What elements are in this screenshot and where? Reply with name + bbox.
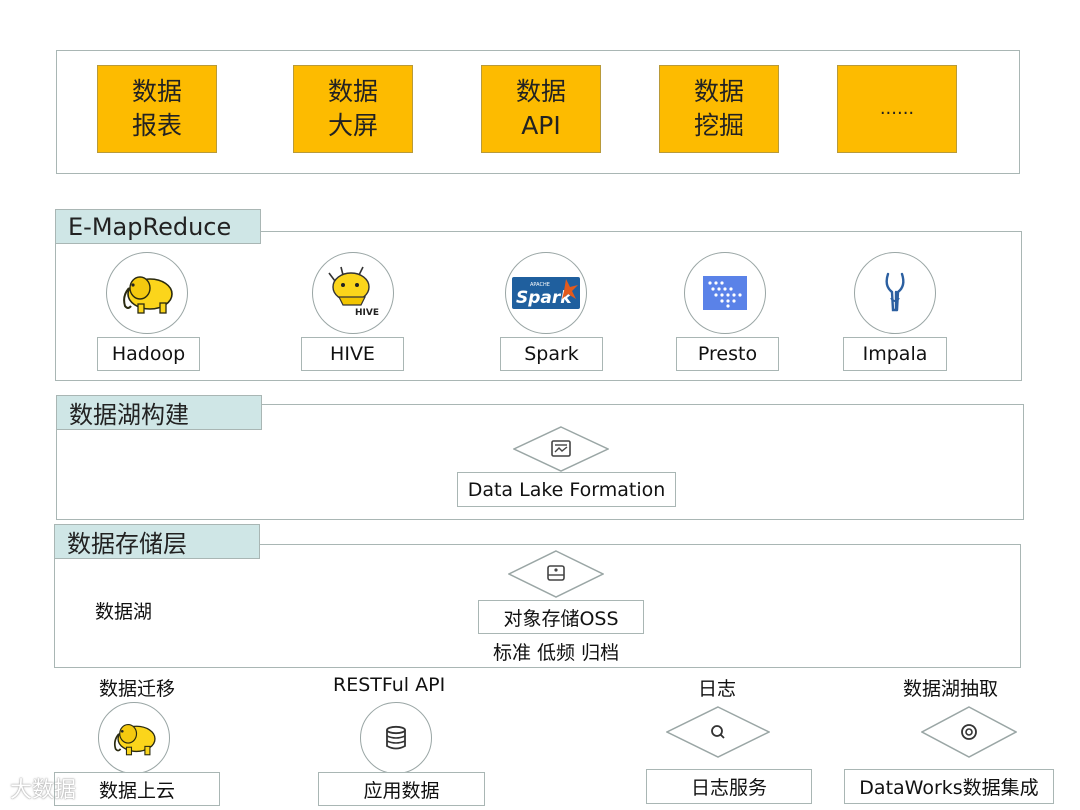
app-box-dashboard[interactable]: 数据 大屏 — [293, 65, 413, 153]
lake-build-diamond — [513, 426, 609, 472]
engine-label-hadoop[interactable]: Hadoop — [97, 337, 200, 371]
storage-tiers: 标准 低频 归档 — [493, 642, 620, 664]
spark-logo: APACHE Spark — [505, 252, 587, 334]
hadoop-elephant-icon — [123, 276, 173, 314]
app-box-mining[interactable]: 数据 挖掘 — [659, 65, 779, 153]
spark-icon: APACHE Spark — [512, 277, 580, 309]
storage-title-tag: 数据存储层 — [54, 524, 260, 559]
source-top-log: 日志 — [698, 678, 737, 700]
data-lake-side-label: 数据湖 — [95, 601, 153, 623]
app-data-logo — [360, 702, 432, 774]
app-box-api[interactable]: 数据 API — [481, 65, 601, 153]
impala-logo — [854, 252, 936, 334]
hadoop-logo — [106, 252, 188, 334]
source-top-extract: 数据湖抽取 — [903, 678, 999, 700]
database-icon — [386, 725, 406, 750]
source-bottom-log[interactable]: 日志服务 — [646, 769, 812, 804]
presto-logo — [684, 252, 766, 334]
presto-icon — [703, 276, 747, 310]
source-bottom-migration[interactable]: 数据上云 — [54, 772, 220, 806]
source-top-migration: 数据迁移 — [99, 678, 176, 700]
extract-diamond — [921, 706, 1017, 758]
impala-icon — [885, 272, 905, 312]
oss-label[interactable]: 对象存储OSS — [478, 600, 644, 634]
engine-label-hive[interactable]: HIVE — [301, 337, 404, 371]
source-bottom-dataworks[interactable]: DataWorks数据集成 — [844, 769, 1054, 804]
engine-label-impala[interactable]: Impala — [843, 337, 947, 371]
hive-caption: HIVE — [355, 308, 379, 318]
engine-label-spark[interactable]: Spark — [500, 337, 603, 371]
app-box-report[interactable]: 数据 报表 — [97, 65, 217, 153]
engine-label-presto[interactable]: Presto — [676, 337, 779, 371]
storage-diamond — [508, 550, 604, 598]
migration-logo — [98, 702, 170, 774]
hive-icon: HIVE — [328, 266, 379, 318]
lake-build-title-tag: 数据湖构建 — [56, 395, 262, 430]
source-top-restful: RESTFul API — [333, 674, 446, 696]
hive-logo: HIVE — [312, 252, 394, 334]
hadoop-elephant-icon — [113, 723, 156, 756]
app-box-more[interactable]: ...... — [837, 65, 957, 153]
source-bottom-appdata[interactable]: 应用数据 — [318, 772, 485, 806]
lake-formation-label[interactable]: Data Lake Formation — [457, 472, 676, 507]
emr-title-tag: E-MapReduce — [55, 209, 261, 244]
watermark: 大数据 — [10, 778, 77, 803]
log-diamond — [666, 706, 770, 758]
